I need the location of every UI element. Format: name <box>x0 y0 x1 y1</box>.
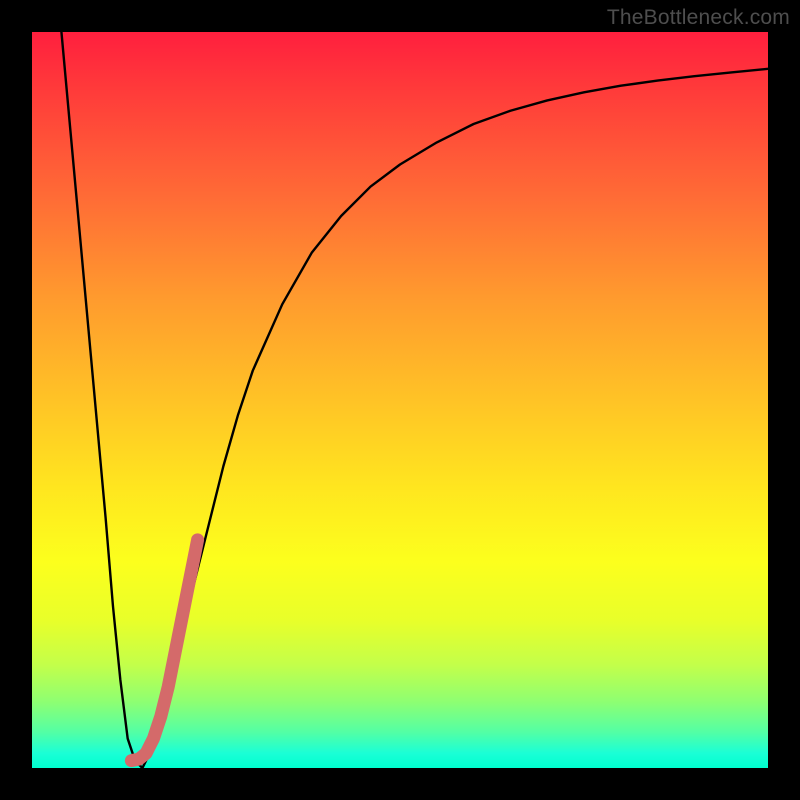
highlight-segment <box>131 540 197 761</box>
plot-area <box>32 32 768 768</box>
chart-svg <box>32 32 768 768</box>
watermark-text: TheBottleneck.com <box>607 6 790 30</box>
chart-frame: TheBottleneck.com <box>0 0 800 800</box>
